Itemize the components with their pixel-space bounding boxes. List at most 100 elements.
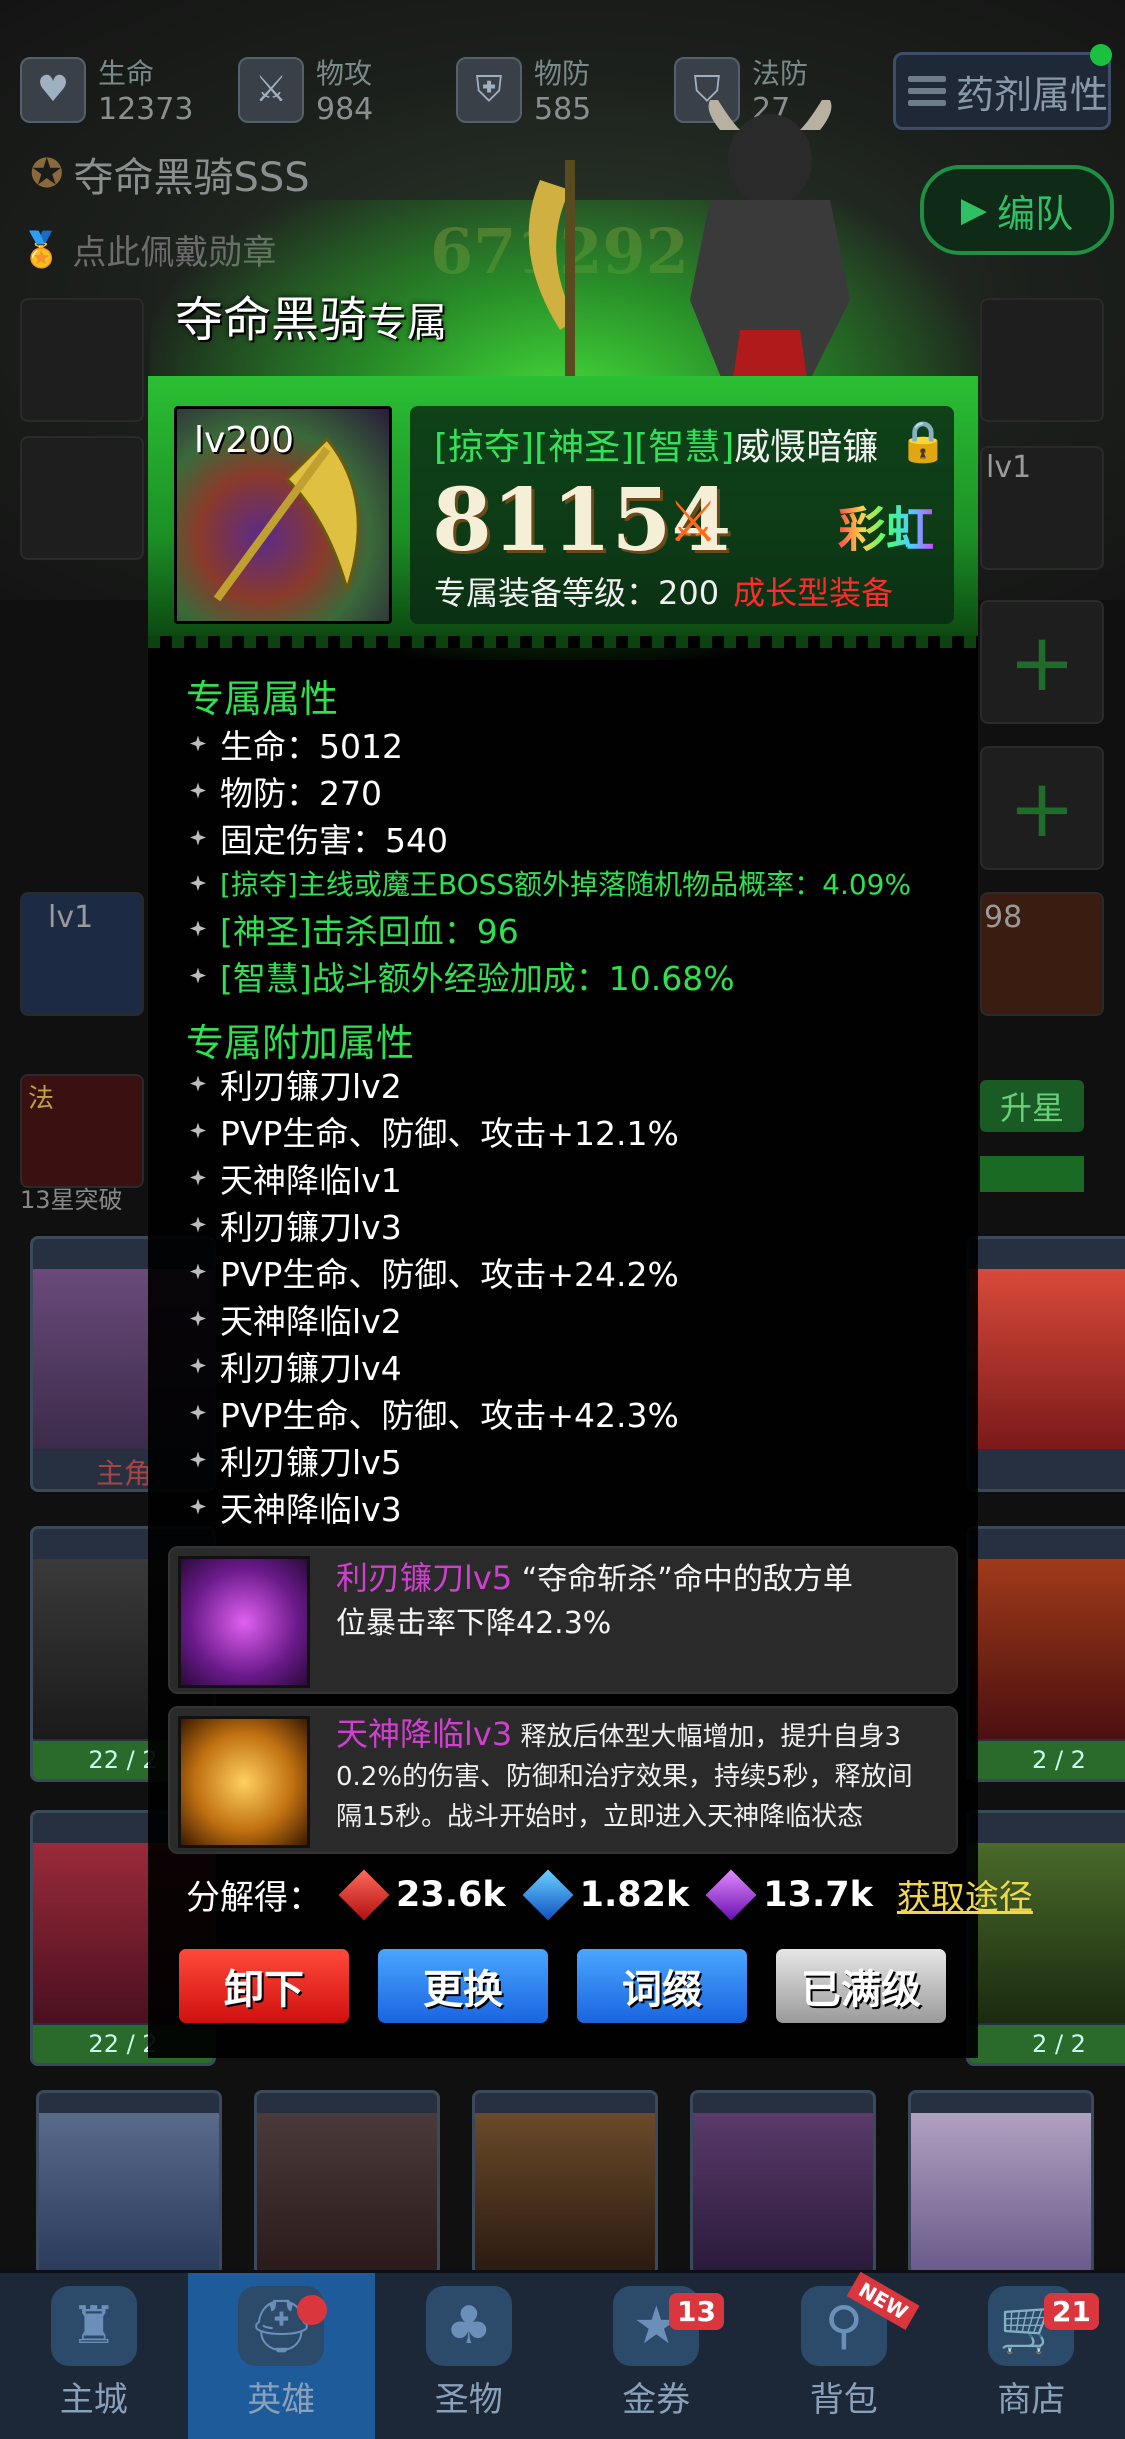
skill-text: 天神降临lv3 释放后体型大幅增加，提升自身3 0.2%的伤害、防御和治疗效果，… [336,1714,952,1837]
add-slot-icon[interactable]: + [980,746,1104,870]
equip-level-line: 专属装备等级：200成长型装备 [434,568,893,614]
affix-button[interactable]: 词缀 [574,1946,750,2026]
stat-label: 生命 [98,52,193,92]
upgrade-star-button[interactable]: 升星 [980,1080,1084,1132]
crossed-swords-icon: ⚔ [668,490,718,555]
slot-level: lv1 [48,900,93,935]
hero-card[interactable] [966,1236,1125,1492]
attr-item: 利刃镰刀lv3 [190,1201,679,1248]
bullet-icon [190,1405,206,1421]
purple-gem-icon [706,1869,757,1920]
equip-slot[interactable] [980,298,1104,422]
decompose-label: 分解得： [186,1870,322,1919]
hero-card[interactable]: 2 / 2 [966,1526,1125,1782]
bullet-icon [190,1358,206,1374]
attr-item: PVP生命、防御、攻击+24.2% [190,1248,679,1295]
blue-gem-icon [522,1869,573,1920]
attr-text: 天神降临lv3 [220,1483,402,1531]
nav-item-heroes[interactable]: ⛑ 英雄 [188,2273,376,2439]
nav-item-shop[interactable]: 21 🛒 商店 [938,2273,1125,2439]
hero-card[interactable] [36,2090,222,2276]
skill-desc-line: “夺命斩杀”命中的敌方单 [512,1562,853,1597]
hero-card[interactable] [908,2090,1094,2276]
skill-box: 天神降临lv3 释放后体型大幅增加，提升自身3 0.2%的伤害、防御和治疗效果，… [168,1706,958,1854]
hero-name-text: 夺命黑骑SSS [74,145,310,203]
attr-item: 利刃镰刀lv5 [190,1436,679,1483]
unequip-button[interactable]: 卸下 [176,1946,352,2026]
hero-card[interactable] [472,2090,658,2276]
nav-item-tickets[interactable]: 13 ★ 金券 [563,2273,751,2439]
decompose-value: 13.7k [763,1875,873,1915]
bullet-icon [190,1123,206,1139]
skill-desc-line: 隔15秒。战斗开始时，立即进入天神降临状态 [336,1797,952,1837]
attr-text: [神圣]击杀回血：96 [220,905,519,953]
scythe-skill-icon [178,1556,310,1688]
bullet-icon [190,1076,206,1092]
hero-name: ✪ 夺命黑骑SSS [30,145,310,203]
attr-item: 利刃镰刀lv4 [190,1342,679,1389]
equip-slot[interactable] [20,436,144,560]
attr-text: 生命：5012 [220,720,403,768]
item-level: lv200 [194,420,294,461]
stat-label: 法防 [752,52,808,92]
card-count: 2 / 2 [969,2025,1125,2063]
count-badge: 13 [669,2293,724,2330]
equip-slot[interactable]: lv1 [20,892,144,1016]
stat-hp: ♥ 生命12373 [20,52,193,127]
skill-name: 利刃镰刀lv5 [336,1559,512,1597]
rank-icon: ✪ [30,151,64,197]
main-role-label: 主角 [96,1452,152,1492]
sword-icon: ⚔ [238,57,304,123]
stat-value: 984 [316,92,373,127]
equip-slot[interactable] [20,298,144,422]
nav-item-main-city[interactable]: ♜ 主城 [0,2273,188,2439]
stat-value: 12373 [98,92,193,127]
skill-desc-line: 0.2%的伤害、防御和治疗效果，持续5秒，释放间 [336,1757,952,1797]
lock-icon[interactable]: 🔒 [898,418,948,465]
modal-title: 夺命黑骑专属 [175,280,447,350]
attr-text: PVP生命、防御、攻击+24.2% [220,1248,679,1296]
decompose-value: 1.82k [580,1875,690,1915]
attr-text: [掠夺]主线或魔王BOSS额外掉落随机物品概率：4.09% [220,863,911,903]
bullet-icon [190,1217,206,1233]
attr-text: 天神降临lv1 [220,1154,402,1202]
replace-button[interactable]: 更换 [375,1946,551,2026]
nav-item-bag[interactable]: NEW ⚲ 背包 [750,2273,938,2439]
skill-desc-line: 释放后体型大幅增加，提升自身3 [512,1722,901,1752]
divider [148,636,978,648]
attr-text: 物防：270 [220,767,382,815]
attr-item: [智慧]战斗额外经验加成：10.68% [190,952,911,999]
stat-label: 物防 [534,52,591,92]
hero-card[interactable] [254,2090,440,2276]
slot-level: lv1 [986,450,1031,485]
attr-text: PVP生命、防御、攻击+12.1% [220,1107,679,1155]
title-suffix: 专属 [367,300,447,346]
bullet-icon [190,1499,206,1515]
clover-icon: ♣ [426,2286,512,2366]
nav-label: 主城 [60,2372,128,2421]
skill-box: 利刃镰刀lv5 “夺命斩杀”命中的敌方单 位暴击率下降42.3% [168,1546,958,1694]
count-badge: 21 [1044,2293,1099,2330]
nav-label: 商店 [997,2372,1065,2421]
progress-bar [980,1156,1084,1192]
attr-text: [智慧]战斗额外经验加成：10.68% [220,952,735,1000]
add-slot-icon[interactable]: + [980,600,1104,724]
obtain-link[interactable]: 获取途径 [897,1870,1033,1919]
attr-item: 物防：270 [190,767,911,814]
max-level-button[interactable]: 已满级 [773,1946,949,2026]
item-name-text: 威慑暗镰 [734,427,878,468]
hero-card[interactable]: 2 / 2 [966,1810,1125,2066]
equip-level-label: 专属装备等级：200 [434,574,719,612]
decompose-value: 23.6k [396,1875,506,1915]
hero-card[interactable] [690,2090,876,2276]
skill-slot[interactable]: 法 [20,1074,144,1188]
nav-item-relics[interactable]: ♣ 圣物 [375,2273,563,2439]
equip-slot[interactable]: lv1 [980,446,1104,570]
skill-desc-line: 位暴击率下降42.3% [336,1602,946,1646]
castle-icon: ♜ [51,2286,137,2366]
potion-attributes-button[interactable]: 药剂属性 [893,52,1111,130]
heart-icon: ♥ [20,57,86,123]
equip-slot[interactable]: 98 [980,892,1104,1016]
red-gem-icon [339,1869,390,1920]
stat-patk: ⚔ 物攻984 [238,52,373,127]
